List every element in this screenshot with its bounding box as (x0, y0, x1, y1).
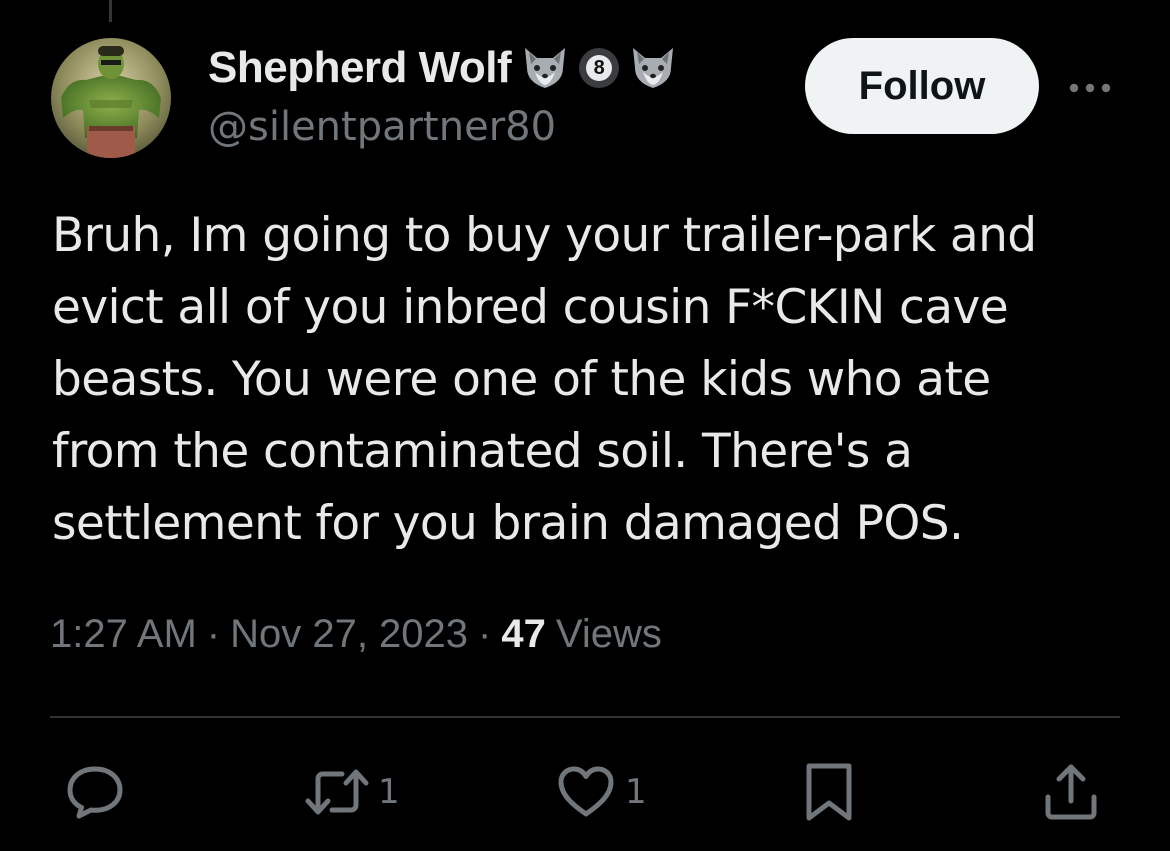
heart-icon (555, 761, 617, 823)
reply-button[interactable] (64, 760, 134, 824)
views-group[interactable]: 47 Views (501, 612, 661, 657)
reply-icon (64, 761, 126, 823)
more-options-icon[interactable] (1067, 78, 1113, 98)
tweet-date[interactable]: Nov 27, 2023 (230, 612, 468, 657)
tweet-time[interactable]: 1:27 AM (50, 612, 197, 657)
tweet-text-line: Bruh, Im going to buy your trailer-park … (52, 208, 1037, 263)
retweet-count: 1 (378, 772, 400, 812)
retweet-icon (304, 761, 370, 823)
retweet-button[interactable]: 1 (304, 760, 400, 824)
views-label: Views (555, 612, 662, 656)
tweet-metadata: 1:27 AM · Nov 27, 2023 · 47 Views (50, 612, 662, 657)
avatar[interactable] (51, 38, 171, 158)
badge-number: 8 (586, 55, 613, 81)
author-display-name[interactable]: Shepherd Wolf (208, 43, 512, 93)
thread-connector-line (109, 0, 112, 22)
author-handle[interactable]: @silentpartner80 (208, 104, 556, 150)
number-8-badge-icon: 8 (579, 48, 620, 88)
share-button[interactable] (1040, 760, 1102, 824)
divider (50, 716, 1120, 718)
meta-separator: · (478, 612, 492, 656)
follow-button[interactable]: Follow (805, 38, 1039, 134)
tweet-text-line: settlement for you brain damaged POS. (52, 496, 964, 551)
share-icon (1040, 761, 1102, 823)
views-count: 47 (501, 612, 546, 656)
tweet-text-line: beasts. You were one of the kids who ate (52, 352, 991, 407)
bookmark-button[interactable] (800, 760, 858, 824)
wolf-emoji-icon (519, 42, 571, 94)
bookmark-icon (800, 761, 858, 823)
meta-separator: · (206, 612, 221, 656)
tweet-action-bar: 1 1 (0, 760, 1170, 824)
tweet-text: Bruh, Im going to buy your trailer-park … (52, 200, 1132, 560)
like-count: 1 (625, 772, 647, 812)
like-button[interactable]: 1 (555, 760, 647, 824)
wolf-emoji-icon (627, 42, 679, 94)
tweet-text-line: evict all of you inbred cousin F*CKIN ca… (52, 280, 1009, 335)
avatar-hulk-image (51, 38, 171, 158)
tweet-text-line: from the contaminated soil. There's a (52, 424, 913, 479)
author-name-row: Shepherd Wolf 8 (208, 40, 679, 96)
